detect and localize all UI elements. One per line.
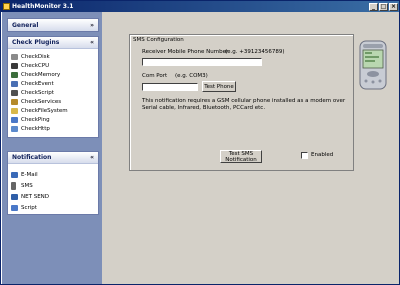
sidebar-item-checkping[interactable]: CheckPing [8,115,98,124]
folder-icon [11,107,18,114]
mobile-phone-icon [11,181,16,190]
window-title: HealthMonitor 3.1 [12,3,74,10]
services-icon [11,98,18,105]
sidebar-item-checkevent[interactable]: CheckEvent [8,79,98,88]
web-icon [11,125,18,132]
phone-number-input[interactable] [142,58,262,66]
sidebar-item-sms[interactable]: SMS [8,180,98,191]
sidebar-item-label: Script [21,204,37,211]
sidebar: General » Check Plugins « CheckDisk Chec… [2,12,102,284]
sidebar-item-label: CheckScript [21,89,54,96]
general-panel: General » [7,18,99,32]
close-button[interactable]: × [389,2,398,11]
sidebar-item-checkscript[interactable]: CheckScript [8,88,98,97]
sidebar-item-net-send[interactable]: NET SEND [8,191,98,202]
check-plugins-header[interactable]: Check Plugins « [8,37,98,49]
sidebar-item-checkservices[interactable]: CheckServices [8,97,98,106]
enabled-label: Enabled [311,152,334,158]
sidebar-item-label: CheckHttp [21,125,50,132]
app-window: HealthMonitor 3.1 _ □ × General » Check … [0,0,400,285]
memory-icon [11,71,18,78]
sidebar-item-checkfilesystem[interactable]: CheckFileSystem [8,106,98,115]
title-bar[interactable]: HealthMonitor 3.1 _ □ × [1,1,399,12]
notification-header[interactable]: Notification « [8,152,98,164]
sidebar-item-label: SMS [21,182,33,189]
sidebar-item-script[interactable]: Script [8,202,98,213]
collapse-icon[interactable]: « [90,39,94,46]
com-port-example: (e.g. COM3) [175,73,208,79]
event-log-icon [11,80,18,87]
modem-requirement-note: This notification requires a GSM cellula… [142,98,346,111]
net-send-icon [11,193,18,200]
test-phone-button[interactable]: Test Phone [202,81,236,92]
cpu-icon [11,62,18,69]
sidebar-item-label: CheckMemory [21,71,61,78]
email-icon [11,171,18,178]
sidebar-item-label: CheckEvent [21,80,54,87]
app-icon [3,3,10,10]
sms-configuration-group: SMS Configuration Receiver Mobile Phone … [129,34,354,171]
group-title: SMS Configuration [133,37,184,43]
sidebar-item-checkhttp[interactable]: CheckHttp [8,124,98,133]
sidebar-item-label: CheckServices [21,98,62,105]
sidebar-item-label: E-Mail [21,171,38,178]
com-port-label: Com Port [142,73,168,79]
network-icon [11,116,18,123]
expand-icon[interactable]: » [90,22,94,29]
notification-panel: Notification « E-Mail SMS NET SEND Scrip… [7,151,99,215]
sidebar-item-label: NET SEND [21,193,50,200]
phone-number-label: Receiver Mobile Phone Number [142,49,229,55]
sidebar-item-checkcpu[interactable]: CheckCPU [8,61,98,70]
notification-title: Notification [12,154,52,161]
sidebar-item-label: CheckDisk [21,53,50,60]
general-panel-title: General [12,21,39,29]
sidebar-item-checkdisk[interactable]: CheckDisk [8,52,98,61]
sidebar-item-email[interactable]: E-Mail [8,169,98,180]
sidebar-item-checkmemory[interactable]: CheckMemory [8,70,98,79]
script-icon [11,204,18,211]
check-plugins-title: Check Plugins [12,39,60,46]
enabled-checkbox[interactable] [301,152,308,159]
check-plugins-panel: Check Plugins « CheckDisk CheckCPU Check… [7,36,99,138]
mobile-phone-image [357,39,389,91]
maximize-button[interactable]: □ [379,2,388,11]
minimize-button[interactable]: _ [369,2,378,11]
sidebar-item-label: CheckCPU [21,62,50,69]
sidebar-item-label: CheckPing [21,116,50,123]
disk-icon [11,53,18,60]
com-port-input[interactable] [142,83,198,91]
general-panel-header[interactable]: General » [8,19,98,31]
phone-number-example: (e.g. +39123456789) [225,49,285,55]
collapse-icon[interactable]: « [90,154,94,161]
test-sms-notification-button[interactable]: Test SMS Notification [220,150,262,163]
sidebar-item-label: CheckFileSystem [21,107,68,114]
main-content: SMS Configuration Receiver Mobile Phone … [102,12,399,284]
script-icon [11,89,18,96]
